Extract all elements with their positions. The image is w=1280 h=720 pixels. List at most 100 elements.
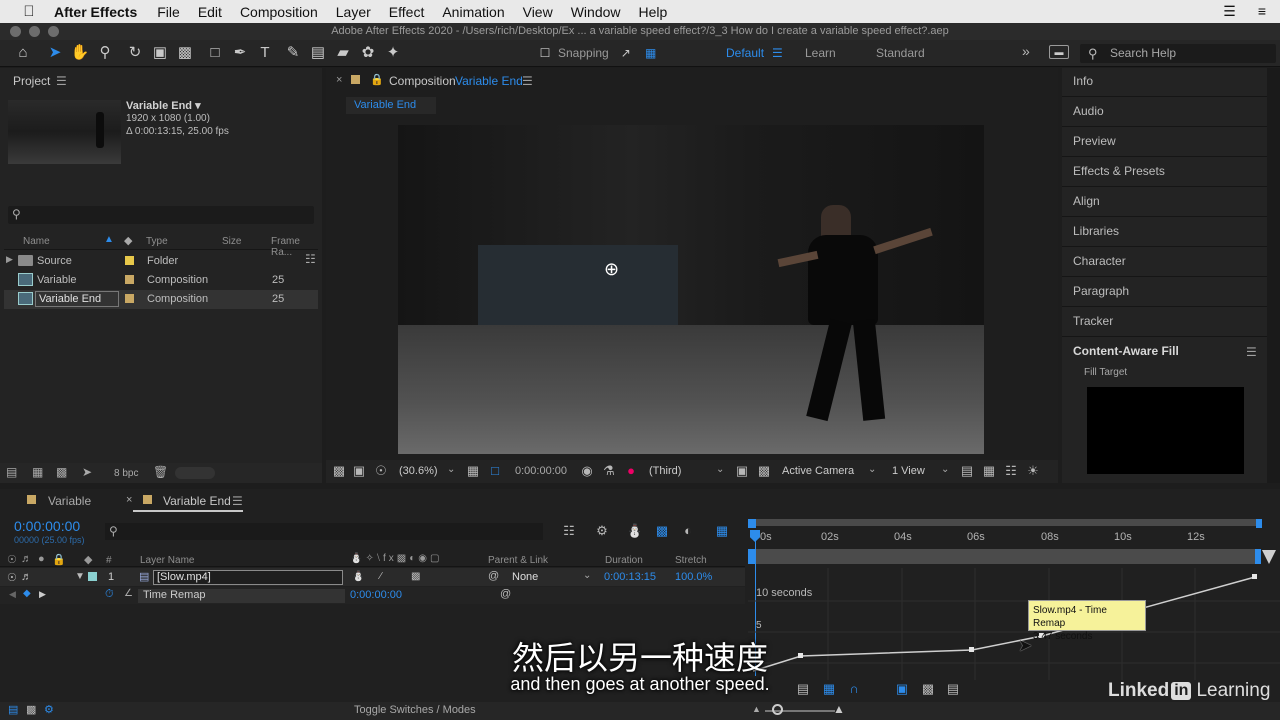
- apple-icon[interactable]: : [20, 3, 38, 20]
- comp-mini-flowchart-icon[interactable]: ☷: [560, 522, 578, 540]
- work-area-start-handle[interactable]: [748, 519, 756, 528]
- menu-help[interactable]: Help: [639, 4, 668, 20]
- content-aware-fill-menu-icon[interactable]: ☰: [1246, 345, 1257, 359]
- zoom-select[interactable]: (30.6%): [399, 465, 438, 477]
- menu-lines-icon[interactable]: ≡: [1258, 3, 1266, 20]
- new-folder-icon[interactable]: ▦: [32, 465, 43, 479]
- panel-libraries[interactable]: Libraries: [1073, 224, 1119, 238]
- menu-window[interactable]: Window: [571, 4, 621, 20]
- work-area-end-handle[interactable]: [1256, 519, 1262, 528]
- zoom-out-icon[interactable]: ▲: [752, 704, 761, 714]
- bit-depth-label[interactable]: 8 bpc: [114, 468, 138, 479]
- fit-icon[interactable]: ▦: [464, 462, 482, 480]
- zoom-window-icon[interactable]: [48, 26, 59, 37]
- label-color[interactable]: [125, 275, 134, 284]
- clone-stamp-tool-icon[interactable]: ▤: [307, 42, 329, 64]
- pan-behind-tool-icon[interactable]: ▩: [174, 42, 196, 64]
- viewer-timecode[interactable]: 0:00:00:00: [515, 465, 567, 477]
- list-icon[interactable]: ☰: [1223, 3, 1236, 20]
- snap-options-icon[interactable]: ↗: [615, 42, 637, 64]
- workspace-learn[interactable]: Learn: [805, 46, 836, 60]
- solo-toggle-icon[interactable]: ●: [38, 553, 45, 565]
- timeline-menu-icon[interactable]: ☰: [232, 494, 243, 508]
- next-keyframe-icon[interactable]: ▶: [39, 589, 46, 600]
- zoom-in-icon[interactable]: ▲: [833, 702, 845, 716]
- panel-preview[interactable]: Preview: [1073, 134, 1116, 148]
- timeline-tab-variable[interactable]: Variable: [48, 494, 91, 508]
- monitor-icon[interactable]: ▣: [350, 462, 368, 480]
- sort-ascending-icon[interactable]: ▲: [104, 234, 114, 245]
- composition-flow-tab[interactable]: Variable End: [346, 97, 436, 114]
- eraser-tool-icon[interactable]: ▰: [332, 42, 354, 64]
- camera-select[interactable]: Active Camera: [782, 465, 854, 477]
- col-type[interactable]: Type: [146, 236, 168, 247]
- zoom-slider-thumb[interactable]: [772, 704, 783, 715]
- region-of-interest-icon[interactable]: □: [486, 462, 504, 480]
- workspace-default[interactable]: Default: [726, 46, 764, 60]
- chevron-down-icon[interactable]: ⌄: [583, 570, 591, 581]
- menu-animation[interactable]: Animation: [442, 4, 504, 20]
- current-time-display[interactable]: 0:00:00:00: [14, 518, 80, 534]
- rotate-tool-icon[interactable]: ↻: [124, 42, 146, 64]
- exposure-icon[interactable]: ☀: [1024, 462, 1042, 480]
- layer-duration[interactable]: 0:00:13:15: [604, 571, 656, 583]
- duration-column[interactable]: Duration: [605, 555, 643, 566]
- panel-paragraph[interactable]: Paragraph: [1073, 284, 1129, 298]
- project-row-variable-end[interactable]: Variable End Composition 25: [4, 290, 318, 309]
- hand-tool-icon[interactable]: ✋: [69, 42, 91, 64]
- layer-name-column[interactable]: Layer Name: [140, 555, 194, 566]
- collapse-arrow-icon[interactable]: ▼: [75, 571, 85, 582]
- project-row-source[interactable]: ▶ Source Folder ☷: [4, 252, 318, 271]
- transparency-grid-icon[interactable]: ▩: [755, 462, 773, 480]
- close-tab-icon[interactable]: ×: [336, 74, 342, 86]
- project-search-input[interactable]: ⚲: [8, 206, 314, 224]
- flowchart-icon[interactable]: ☷: [305, 252, 316, 266]
- prev-keyframe-icon[interactable]: ◀: [9, 589, 16, 600]
- panel-content-aware-fill[interactable]: Content-Aware Fill: [1073, 344, 1179, 358]
- shy-layers-icon[interactable]: ⛄: [626, 522, 644, 540]
- audio-on-icon[interactable]: ♬: [21, 571, 32, 583]
- stretch-column[interactable]: Stretch: [675, 555, 707, 566]
- menu-edit[interactable]: Edit: [198, 4, 222, 20]
- brush-tool-icon[interactable]: ✎: [282, 42, 304, 64]
- panel-align[interactable]: Align: [1073, 194, 1100, 208]
- trash-icon[interactable]: 🗑: [153, 465, 168, 479]
- lock-icon[interactable]: 🔒: [370, 73, 384, 86]
- right-scrollbar[interactable]: [1267, 68, 1280, 483]
- snapshot-camera-icon[interactable]: ◉: [578, 462, 596, 480]
- menu-effect[interactable]: Effect: [389, 4, 425, 20]
- minimize-window-icon[interactable]: [29, 26, 40, 37]
- label-color[interactable]: [88, 572, 97, 581]
- roto-brush-tool-icon[interactable]: ✿: [357, 42, 379, 64]
- label-color[interactable]: [125, 294, 134, 303]
- layer-out-handle[interactable]: [1255, 549, 1261, 564]
- col-name[interactable]: Name: [23, 236, 50, 247]
- resolution-select[interactable]: (Third): [649, 465, 681, 477]
- video-toggle-icon[interactable]: ☉: [7, 553, 17, 566]
- work-area-bar[interactable]: [748, 519, 1260, 526]
- thumbnail-size-slider[interactable]: [175, 467, 215, 479]
- toggle-switches-modes-button[interactable]: Toggle Switches / Modes: [354, 704, 476, 716]
- draft-3d-icon[interactable]: ⚙: [593, 522, 611, 540]
- expression-pick-whip-icon[interactable]: @: [500, 588, 511, 600]
- quality-switch-icon[interactable]: ∕: [380, 571, 382, 582]
- menu-layer[interactable]: Layer: [336, 4, 371, 20]
- panel-tracker[interactable]: Tracker: [1073, 314, 1113, 328]
- project-selected-name[interactable]: Variable End ▾: [126, 99, 201, 112]
- interpret-footage-icon[interactable]: ▤: [6, 465, 17, 479]
- workspace-toggle-icon[interactable]: ▬: [1049, 45, 1069, 59]
- camera-tool-icon[interactable]: ▣: [149, 42, 171, 64]
- pen-tool-icon[interactable]: ✒: [229, 42, 251, 64]
- always-preview-icon[interactable]: ▩: [330, 462, 348, 480]
- puppet-tool-icon[interactable]: ✦: [382, 42, 404, 64]
- workspace-standard[interactable]: Standard: [876, 46, 925, 60]
- menu-app-name[interactable]: After Effects: [54, 4, 137, 20]
- workspace-overflow-icon[interactable]: »: [1022, 43, 1030, 59]
- keyframe-icon[interactable]: ◆: [23, 588, 31, 599]
- composition-tab-name[interactable]: Variable End: [455, 74, 523, 88]
- snapping-label[interactable]: Snapping: [558, 46, 609, 60]
- composition-tab-prefix[interactable]: Composition: [389, 74, 456, 88]
- export-frame-icon[interactable]: ▦: [980, 462, 998, 480]
- graph-icon[interactable]: ∠: [124, 588, 133, 599]
- layer-switches-pane-icon[interactable]: ▤: [8, 703, 18, 716]
